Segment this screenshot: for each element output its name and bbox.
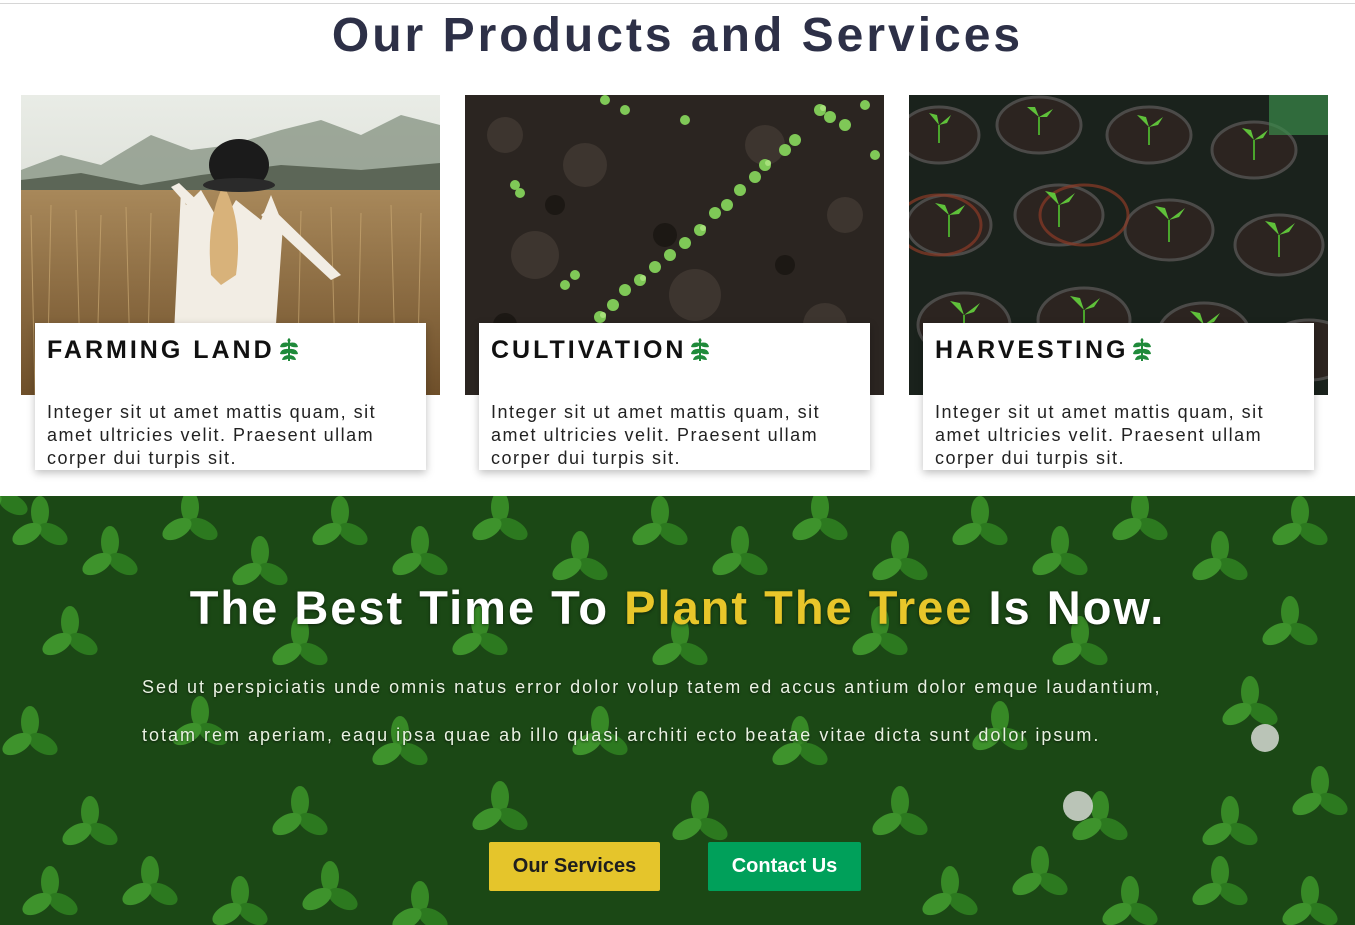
leaf-icon: [688, 337, 712, 363]
hero-banner: The Best Time To Plant The Tree Is Now. …: [0, 496, 1355, 925]
hero-heading: The Best Time To Plant The Tree Is Now.: [0, 580, 1355, 635]
card-description: Integer sit ut amet mattis quam, sit ame…: [491, 402, 821, 468]
card-title: CULTIVATION: [491, 335, 687, 364]
hero-heading-start: The Best Time To: [189, 581, 625, 634]
contact-us-button[interactable]: Contact Us: [708, 842, 861, 891]
farming-land-title-row: FARMING LAND: [47, 335, 414, 365]
cultivation-title-row: CULTIVATION: [491, 335, 858, 365]
leaf-icon: [277, 337, 301, 363]
our-services-button[interactable]: Our Services: [489, 842, 660, 891]
card-title: HARVESTING: [935, 335, 1129, 364]
cultivation-card: CULTIVATION Integer sit ut amet mattis q…: [479, 323, 870, 470]
card-description: Integer sit ut amet mattis quam, sit ame…: [935, 402, 1265, 468]
top-divider: [0, 3, 1355, 4]
leaf-icon: [1130, 337, 1154, 363]
harvesting-card: HARVESTING Integer sit ut amet mattis qu…: [923, 323, 1314, 470]
hero-heading-end: Is Now.: [973, 581, 1166, 634]
hero-paragraph: Sed ut perspiciatis unde omnis natus err…: [142, 677, 1162, 745]
section-title: Our Products and Services: [331, 9, 1024, 62]
farming-land-card: FARMING LAND Integer sit ut amet mattis …: [35, 323, 426, 470]
harvesting-title-row: HARVESTING: [935, 335, 1302, 365]
hero-heading-accent: Plant The Tree: [624, 581, 974, 634]
card-title: FARMING LAND: [47, 335, 275, 364]
card-description: Integer sit ut amet mattis quam, sit ame…: [47, 402, 377, 468]
